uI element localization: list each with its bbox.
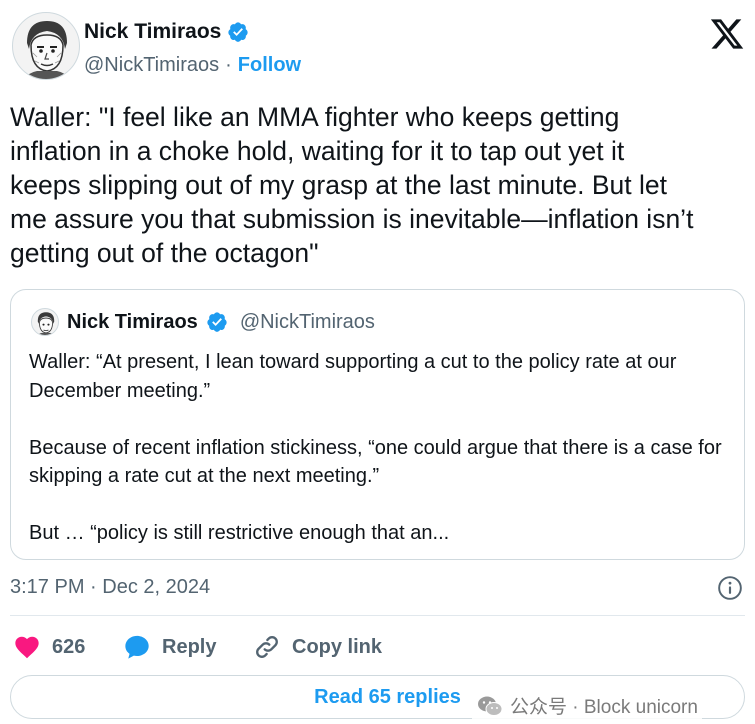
verified-badge-icon: [207, 312, 227, 332]
copy-link-button[interactable]: Copy link: [252, 633, 382, 661]
quoted-paragraph: But … “policy is still restrictive enoug…: [29, 522, 450, 544]
divider: [10, 615, 745, 616]
quoted-paragraph: Waller: “At present, I lean toward suppo…: [29, 351, 677, 402]
link-icon: [256, 636, 278, 658]
quoted-tweet-text: Waller: “At present, I lean toward suppo…: [29, 348, 739, 576]
quoted-tweet[interactable]: Nick Timiraos @NickTimiraos Waller: “At …: [10, 289, 745, 560]
watermark: 公众号 · Block unicorn: [472, 692, 702, 719]
quoted-paragraph: Because of recent inflation stickiness, …: [29, 436, 722, 488]
reply-label: Reply: [162, 635, 217, 658]
follow-button[interactable]: Follow: [238, 54, 301, 77]
copy-link-label: Copy link: [292, 635, 383, 658]
tweet-header: Nick Timiraos @NickTimiraos · Follow: [12, 12, 745, 82]
like-button[interactable]: 626: [12, 633, 122, 661]
info-icon[interactable]: [717, 575, 743, 601]
heart-icon: [15, 636, 39, 659]
x-logo-icon[interactable]: [709, 16, 745, 52]
handle-separator: ·: [225, 54, 232, 76]
wechat-icon: [478, 696, 503, 716]
quoted-author-handle: @NickTimiraos: [239, 310, 375, 333]
watermark-text: 公众号 · Block unicorn: [510, 697, 698, 718]
author-avatar[interactable]: [12, 12, 80, 80]
author-name[interactable]: Nick Timiraos: [84, 20, 221, 44]
quoted-author-name: Nick Timiraos: [67, 310, 198, 333]
reply-button[interactable]: Reply: [122, 633, 252, 661]
author-handle[interactable]: @NickTimiraos: [84, 54, 219, 77]
read-replies-label: Read 65 replies: [314, 685, 461, 708]
quoted-author-avatar: [31, 308, 59, 336]
tweet-text: Waller: "I feel like an MMA fighter who …: [10, 102, 694, 268]
tweet-timestamp[interactable]: 3:17 PM · Dec 2, 2024: [10, 576, 210, 599]
action-bar: 626 Reply Copy link: [12, 630, 382, 664]
verified-badge-icon: [228, 22, 248, 42]
like-count: 626: [52, 635, 86, 658]
reply-bubble-icon: [125, 635, 149, 659]
